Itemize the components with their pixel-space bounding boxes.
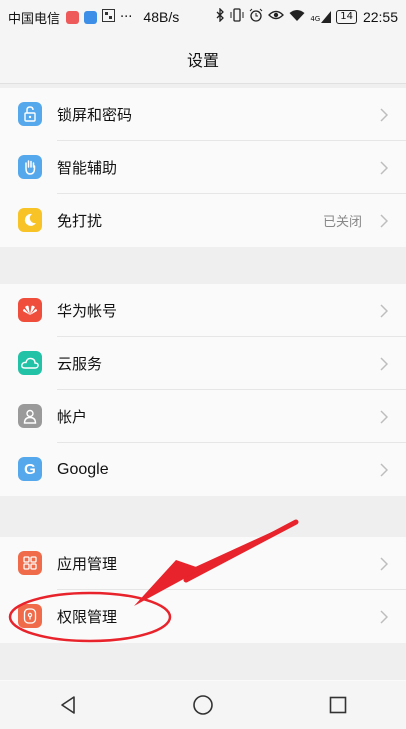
chevron-right-icon [380,409,389,428]
settings-item-huawei-id[interactable]: 华为帐号 [0,284,406,337]
eye-comfort-icon [268,9,285,25]
settings-item-do-not-disturb[interactable]: 免打扰 已关闭 [0,194,406,247]
chevron-right-icon [380,213,389,232]
settings-group-security: 锁屏和密码 智能辅助 免打扰 已关闭 [0,88,406,247]
user-icon [18,404,42,428]
settings-item-app-management[interactable]: 应用管理 [0,537,406,590]
chevron-right-icon [380,356,389,375]
alarm-icon [249,8,263,26]
chevron-right-icon [380,303,389,322]
settings-item-label: 云服务 [57,355,103,373]
back-button[interactable] [38,685,98,725]
settings-item-lock-screen[interactable]: 锁屏和密码 [0,88,406,141]
chevron-right-icon [380,160,389,179]
apps-grid-icon [18,551,42,575]
wifi-icon [289,9,305,26]
more-dots-icon: ··· [120,9,133,25]
settings-item-label: Google [57,460,109,478]
settings-item-label: 应用管理 [57,555,118,573]
settings-item-label: 华为帐号 [57,302,118,320]
cloud-icon [18,351,42,375]
chevron-right-icon [380,462,389,481]
status-bar: 中国电信 ··· 48B/s 4G 14 22:55 [0,0,406,34]
lock-screen-icon [18,102,42,126]
page-title: 设置 [0,34,406,84]
chevron-right-icon [380,556,389,575]
settings-item-label: 锁屏和密码 [57,106,133,124]
chevron-right-icon [380,609,389,628]
battery-icon: 14 [336,10,357,24]
notification-app-icon [66,10,80,24]
system-navigation-bar [0,681,406,729]
bluetooth-icon [216,7,225,26]
network-speed: 48B/s [143,9,180,25]
permission-shield-icon [18,604,42,628]
carrier-name: 中国电信 [8,11,61,27]
home-button[interactable] [173,685,233,725]
settings-item-label: 免打扰 [57,212,103,230]
settings-item-label: 帐户 [57,408,88,426]
qr-code-icon [102,8,116,26]
recent-apps-button[interactable] [308,685,368,725]
moon-icon [18,208,42,232]
settings-item-accounts[interactable]: 帐户 [0,390,406,443]
settings-item-google[interactable]: G Google [0,443,406,496]
settings-item-label: 智能辅助 [57,159,118,177]
signal-icon: 4G [310,11,332,23]
hand-icon [18,155,42,179]
settings-item-value: 已关闭 [322,215,362,230]
notification-app-icon [84,10,98,24]
settings-group-management: 应用管理 权限管理 [0,537,406,643]
google-icon: G [18,457,42,481]
clock: 22:55 [362,9,398,25]
settings-group-accounts: 华为帐号 云服务 帐户 G Google [0,284,406,496]
chevron-right-icon [380,107,389,126]
settings-item-cloud-service[interactable]: 云服务 [0,337,406,390]
huawei-logo-icon [18,298,42,322]
settings-item-label: 权限管理 [57,608,118,626]
settings-item-permission-management[interactable]: 权限管理 [0,590,406,643]
vibrate-icon [230,8,244,26]
settings-item-smart-assist[interactable]: 智能辅助 [0,141,406,194]
